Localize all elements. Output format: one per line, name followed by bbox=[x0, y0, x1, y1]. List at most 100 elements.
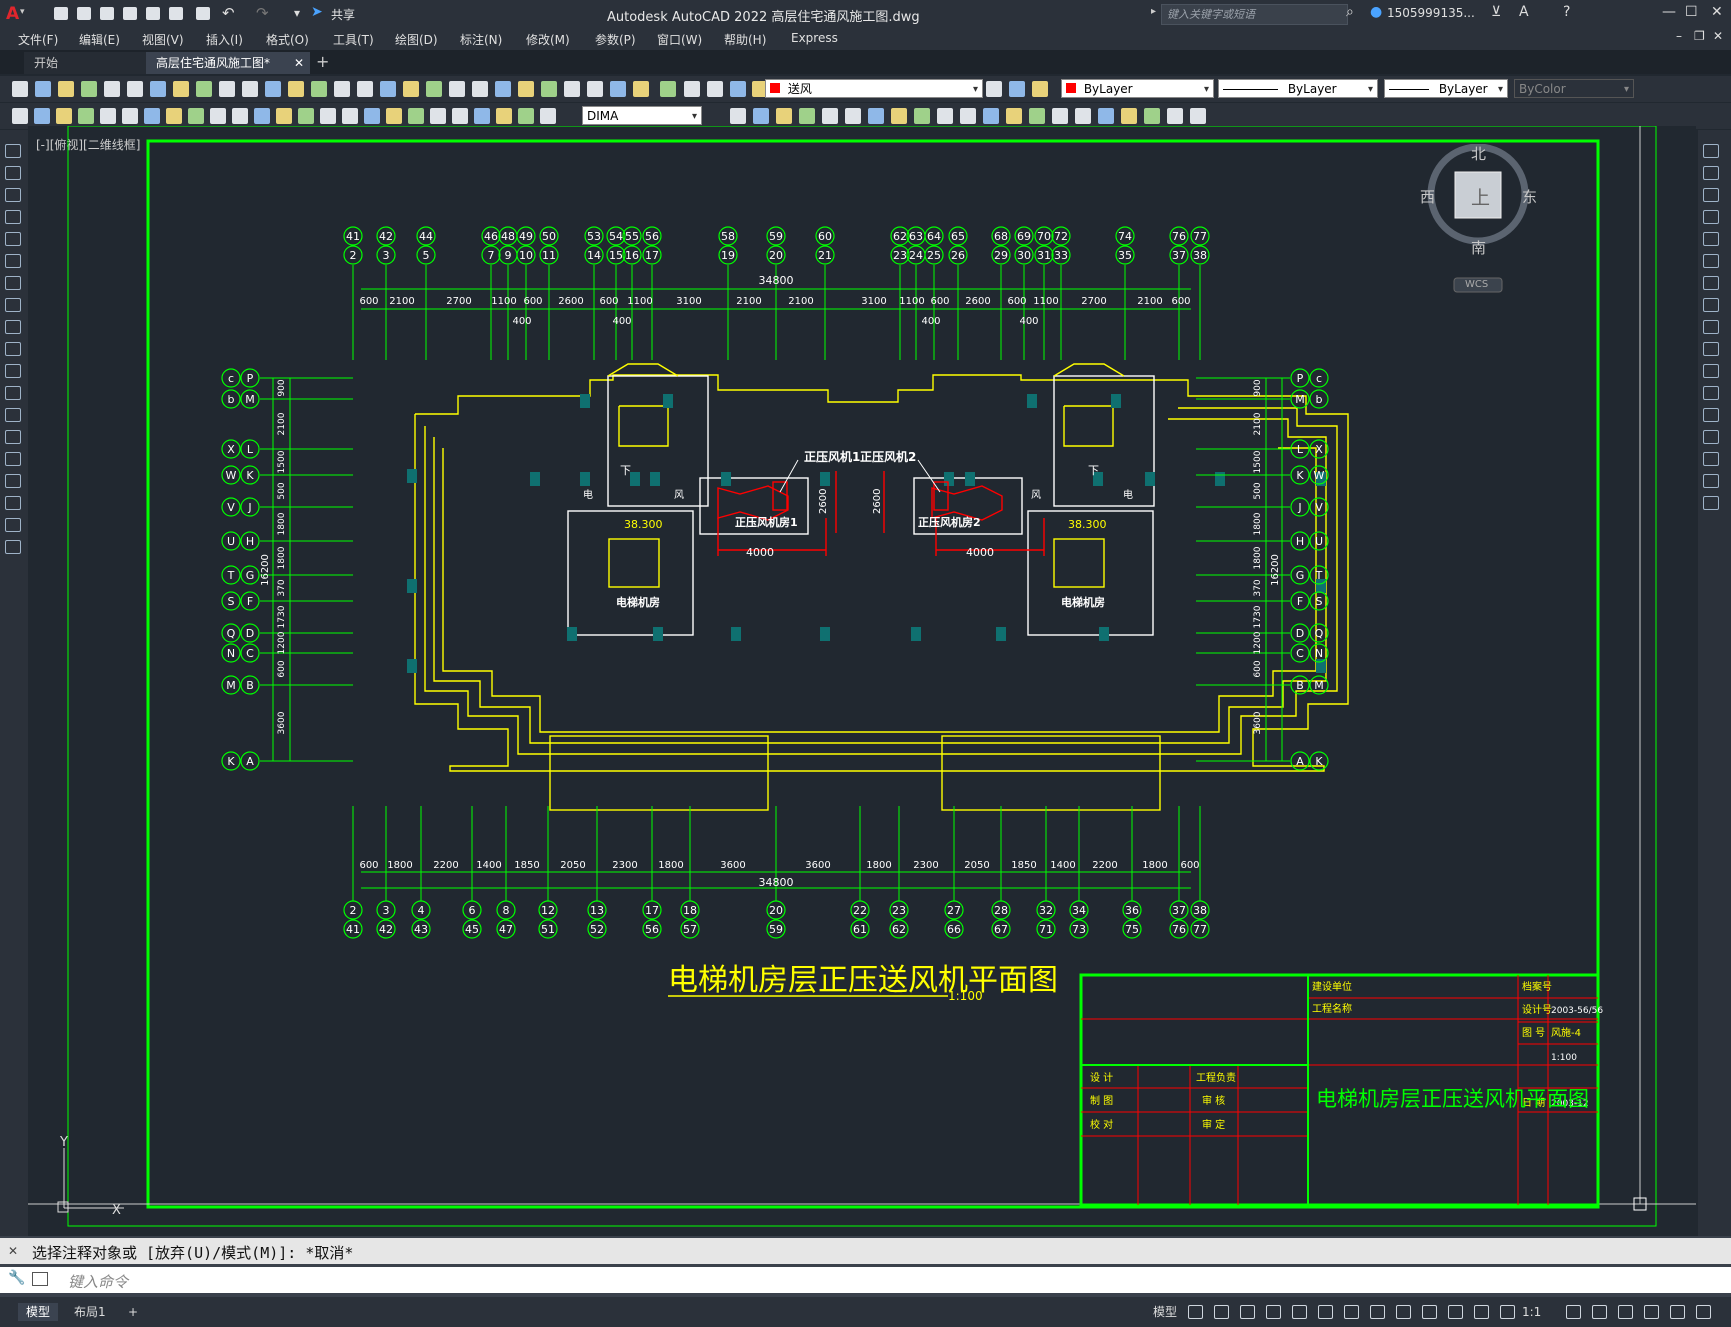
draw-tool-icon[interactable] bbox=[1703, 386, 1719, 400]
status-toggle-icon[interactable] bbox=[1644, 1305, 1659, 1319]
standard-tool-icon[interactable] bbox=[587, 81, 603, 97]
status-toggle-icon[interactable] bbox=[1566, 1305, 1581, 1319]
command-input[interactable]: 🔧 键入命令 bbox=[0, 1267, 1731, 1293]
layer-state-tool-icon[interactable] bbox=[1032, 81, 1048, 97]
autodesk-app-icon[interactable]: A bbox=[1519, 4, 1529, 20]
save-as-icon[interactable] bbox=[123, 7, 137, 20]
layer-state-tool-icon[interactable] bbox=[1009, 81, 1025, 97]
dimension-tool-icon[interactable] bbox=[78, 108, 94, 124]
dimension-tool-icon[interactable] bbox=[1075, 108, 1091, 124]
dimension-tool-icon[interactable] bbox=[276, 108, 292, 124]
standard-tool-icon[interactable] bbox=[288, 81, 304, 97]
status-toggle-icon[interactable] bbox=[1266, 1305, 1281, 1319]
draw-tool-icon[interactable] bbox=[5, 364, 21, 378]
standard-tool-icon[interactable] bbox=[426, 81, 442, 97]
standard-tool-icon[interactable] bbox=[196, 81, 212, 97]
draw-tool-icon[interactable] bbox=[5, 254, 21, 268]
dimension-tool-icon[interactable] bbox=[1006, 108, 1022, 124]
status-toggle-icon[interactable] bbox=[1422, 1305, 1437, 1319]
dimension-tool-icon[interactable] bbox=[232, 108, 248, 124]
menu-window[interactable]: 窗口(W) bbox=[657, 31, 702, 48]
menu-format[interactable]: 格式(O) bbox=[266, 31, 309, 48]
dimstyle-dropdown[interactable]: DIMA ▾ bbox=[582, 106, 702, 125]
draw-tool-icon[interactable] bbox=[5, 452, 21, 466]
dimension-tool-icon[interactable] bbox=[1029, 108, 1045, 124]
dimension-tool-icon[interactable] bbox=[983, 108, 999, 124]
dimension-tool-icon[interactable] bbox=[56, 108, 72, 124]
draw-tool-icon[interactable] bbox=[5, 496, 21, 510]
dimension-tool-icon[interactable] bbox=[776, 108, 792, 124]
doc-minimize-icon[interactable]: – bbox=[1676, 29, 1682, 43]
layer-state-tool-icon[interactable] bbox=[986, 81, 1002, 97]
minimize-icon[interactable]: — bbox=[1662, 4, 1676, 20]
standard-tool-icon[interactable] bbox=[380, 81, 396, 97]
standard-tool-icon[interactable] bbox=[633, 81, 649, 97]
status-toggle-icon[interactable] bbox=[1344, 1305, 1359, 1319]
draw-tool-icon[interactable] bbox=[1703, 430, 1719, 444]
model-layout-tab[interactable]: 模型 bbox=[18, 1303, 59, 1321]
viewcube-top-face[interactable]: 上 bbox=[1471, 183, 1490, 210]
share-button[interactable]: 共享 bbox=[331, 6, 355, 23]
dimension-tool-icon[interactable] bbox=[320, 108, 336, 124]
search-expand-icon[interactable]: ▸ bbox=[1151, 6, 1156, 17]
draw-tool-icon[interactable] bbox=[5, 474, 21, 488]
status-toggle-icon[interactable] bbox=[1670, 1305, 1685, 1319]
tab-close-icon[interactable]: ✕ bbox=[294, 52, 304, 74]
viewcube-south[interactable]: 南 bbox=[1471, 237, 1486, 258]
maximize-icon[interactable]: ☐ bbox=[1685, 4, 1698, 20]
model-space-button[interactable]: 模型 bbox=[1145, 1303, 1185, 1321]
dimension-tool-icon[interactable] bbox=[166, 108, 182, 124]
draw-tool-icon[interactable] bbox=[1703, 298, 1719, 312]
open-web-icon[interactable] bbox=[146, 7, 160, 20]
viewcube[interactable]: 北 南 东 西 上 WCS bbox=[1418, 143, 1538, 294]
status-toggle-icon[interactable] bbox=[1448, 1305, 1463, 1319]
standard-tool-icon[interactable] bbox=[541, 81, 557, 97]
open-file-icon[interactable] bbox=[77, 7, 91, 20]
menu-parametric[interactable]: 参数(P) bbox=[595, 31, 636, 48]
draw-tool-icon[interactable] bbox=[5, 210, 21, 224]
standard-tool-icon[interactable] bbox=[150, 81, 166, 97]
lineweight-dropdown[interactable]: ByLayer ▾ bbox=[1384, 79, 1508, 98]
dimension-tool-icon[interactable] bbox=[540, 108, 556, 124]
status-toggle-icon[interactable] bbox=[1188, 1305, 1203, 1319]
draw-tool-icon[interactable] bbox=[1703, 496, 1719, 510]
draw-tool-icon[interactable] bbox=[1703, 188, 1719, 202]
dimension-tool-icon[interactable] bbox=[122, 108, 138, 124]
dimension-tool-icon[interactable] bbox=[1144, 108, 1160, 124]
viewcube-north[interactable]: 北 bbox=[1471, 143, 1486, 164]
dimension-tool-icon[interactable] bbox=[868, 108, 884, 124]
save-icon[interactable] bbox=[100, 7, 114, 20]
draw-tool-icon[interactable] bbox=[1703, 254, 1719, 268]
dimension-tool-icon[interactable] bbox=[1167, 108, 1183, 124]
menu-file[interactable]: 文件(F) bbox=[18, 31, 58, 48]
draw-tool-icon[interactable] bbox=[5, 408, 21, 422]
draw-tool-icon[interactable] bbox=[5, 320, 21, 334]
standard-tool-icon[interactable] bbox=[403, 81, 419, 97]
standard-tool-icon[interactable] bbox=[58, 81, 74, 97]
status-toggle-icon[interactable] bbox=[1214, 1305, 1229, 1319]
annotation-scale[interactable]: 1:1 bbox=[1514, 1303, 1549, 1321]
undo-icon[interactable]: ↶ bbox=[222, 4, 235, 22]
status-toggle-icon[interactable] bbox=[1396, 1305, 1411, 1319]
dimension-tool-icon[interactable] bbox=[518, 108, 534, 124]
status-toggle-icon[interactable] bbox=[1618, 1305, 1633, 1319]
dimension-tool-icon[interactable] bbox=[1190, 108, 1206, 124]
menu-tools[interactable]: 工具(T) bbox=[333, 31, 374, 48]
dimension-tool-icon[interactable] bbox=[1121, 108, 1137, 124]
draw-tool-icon[interactable] bbox=[5, 298, 21, 312]
draw-tool-icon[interactable] bbox=[1703, 232, 1719, 246]
doc-restore-icon[interactable]: ❐ bbox=[1694, 29, 1705, 43]
new-tab-icon[interactable]: + bbox=[316, 52, 329, 71]
layout1-tab[interactable]: 布局1 bbox=[66, 1303, 114, 1321]
menu-dimension[interactable]: 标注(N) bbox=[460, 31, 502, 48]
menu-view[interactable]: 视图(V) bbox=[142, 31, 184, 48]
dimension-tool-icon[interactable] bbox=[730, 108, 746, 124]
dimension-tool-icon[interactable] bbox=[386, 108, 402, 124]
draw-tool-icon[interactable] bbox=[1703, 320, 1719, 334]
status-toggle-icon[interactable] bbox=[1240, 1305, 1255, 1319]
dimension-tool-icon[interactable] bbox=[34, 108, 50, 124]
status-toggle-icon[interactable] bbox=[1370, 1305, 1385, 1319]
draw-tool-icon[interactable] bbox=[1703, 408, 1719, 422]
standard-tool-icon[interactable] bbox=[219, 81, 235, 97]
standard-tool-icon[interactable] bbox=[334, 81, 350, 97]
